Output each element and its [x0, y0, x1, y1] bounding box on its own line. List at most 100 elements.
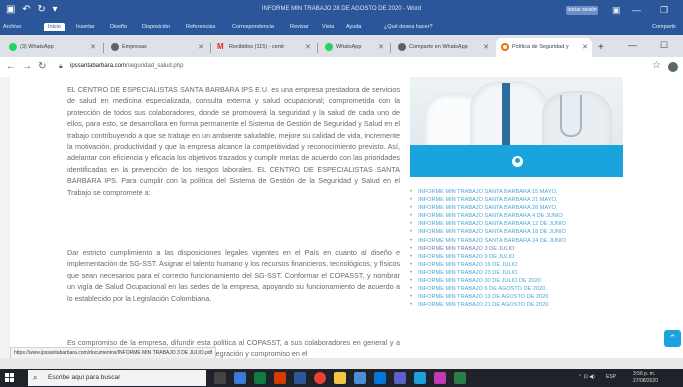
url-path: /seguridad_salud.php: [126, 63, 184, 69]
taskbar-app-icon[interactable]: [394, 372, 406, 384]
taskbar-search-box[interactable]: ⌕ Escribe aquí para buscar: [28, 370, 206, 386]
tab-diseno[interactable]: Diseño: [110, 24, 127, 30]
lock-icon[interactable]: 🔒︎: [59, 63, 63, 71]
browser-tab-gmail[interactable]: M Recibidos (115) - centr ✕: [213, 38, 315, 57]
browser-tab-whatsapp-2[interactable]: WhatsApp ✕: [320, 38, 388, 57]
whatsapp-icon: [325, 43, 333, 51]
tab-divider: [210, 43, 211, 53]
word-status-bar: [0, 358, 683, 369]
taskbar-app-icon[interactable]: [434, 372, 446, 384]
close-tab-icon[interactable]: ✕: [198, 43, 204, 51]
share-button[interactable]: Compartir: [652, 24, 676, 30]
report-link[interactable]: INFORME MIN TRABAJO 9 DE JULIO: [410, 253, 640, 261]
close-tab-icon[interactable]: ✕: [90, 43, 96, 51]
tab-revisar[interactable]: Revisar: [290, 24, 309, 30]
policy-paragraph-2: Dar estricto cumplimiento a las disposic…: [67, 248, 400, 303]
profile-avatar[interactable]: [668, 62, 678, 72]
info-circle-icon[interactable]: [512, 156, 523, 167]
clock-time[interactable]: 3:56 p. m.: [633, 371, 655, 377]
policy-paragraph-1: EL CENTRO DE ESPECIALISTAS SANTA BARBARA…: [67, 85, 400, 197]
search-icon: ⌕: [33, 373, 38, 382]
browser-tab-whatsapp-1[interactable]: (3) WhatsApp ✕: [4, 38, 100, 57]
taskbar-app-icon[interactable]: [414, 372, 426, 384]
tab-archivo[interactable]: Archivo: [3, 24, 21, 30]
word-icon[interactable]: [294, 372, 306, 384]
powerpoint-icon[interactable]: [274, 372, 286, 384]
minimize-icon[interactable]: —: [628, 40, 637, 50]
report-link[interactable]: INFORME MIN TRABAJO SANTA BARBARA 4 DE J…: [410, 212, 640, 220]
system-tray-icons[interactable]: ⌃ ⊡ ◀): [578, 374, 595, 380]
taskbar-app-icon[interactable]: [234, 372, 246, 384]
browser-tab-empresas[interactable]: Empresas ✕: [106, 38, 208, 57]
browser-tab-strip: (3) WhatsApp ✕ Empresas ✕ M Recibidos (1…: [0, 35, 683, 57]
address-bar-row: ← → ↻ 🔒︎ ipssantabarbara.com/seguridad_s…: [0, 57, 683, 78]
clock-date[interactable]: 27/08/2020: [633, 378, 658, 384]
new-tab-icon[interactable]: +: [598, 42, 604, 53]
minimize-icon[interactable]: —: [632, 5, 641, 15]
tab-divider: [317, 43, 318, 53]
scroll-to-top-button[interactable]: ⌃: [664, 330, 681, 347]
globe-icon: [111, 43, 119, 51]
close-tab-icon[interactable]: ✕: [483, 43, 489, 51]
report-link[interactable]: INFORME MIN TRABAJO SANTA BARBARA 15 MAY…: [410, 188, 640, 196]
site-favicon-icon: [501, 43, 509, 51]
report-link[interactable]: INFORME MIN TRABAJO SANTA BARBARA 21 MAY…: [410, 196, 640, 204]
close-tab-icon[interactable]: ✕: [582, 43, 588, 51]
sign-in-button[interactable]: Iniciar sesión: [566, 6, 598, 15]
report-link[interactable]: INFORME MIN TRABAJO SANTA BARBARA 24 DE …: [410, 237, 640, 245]
tab-divider: [103, 43, 104, 53]
tell-me-search[interactable]: ¿Qué desea hacer?: [384, 24, 433, 30]
tab-divider: [390, 43, 391, 53]
close-tab-icon[interactable]: ✕: [378, 43, 384, 51]
tab-disposicion[interactable]: Disposición: [142, 24, 170, 30]
restore-icon[interactable]: ❐: [660, 5, 668, 16]
chrome-icon[interactable]: [314, 372, 326, 384]
task-view-icon[interactable]: [214, 372, 226, 384]
tab-referencias[interactable]: Referencias: [186, 24, 215, 30]
language-indicator[interactable]: ESP: [606, 374, 616, 380]
report-link[interactable]: INFORME MIN TRABAJO 6 DE AGOSTO DE 2020.: [410, 285, 640, 293]
tab-inicio[interactable]: Inicio: [44, 23, 65, 31]
taskbar-app-icon[interactable]: [354, 372, 366, 384]
blue-info-banner: [410, 145, 623, 177]
report-link[interactable]: INFORME MIN TRABAJO 16 DE JULIO: [410, 261, 640, 269]
maximize-icon[interactable]: ☐: [660, 40, 668, 51]
report-link[interactable]: INFORME MIN TRABAJO 21 DE AGOSTO DE 2020: [410, 301, 640, 309]
report-link[interactable]: INFORME MIN TRABAJO 13 DE AGOSTO DE 2020: [410, 293, 640, 301]
windows-taskbar: ⌕ Escribe aquí para buscar ⌃ ⊡ ◀) ESP 3:…: [0, 369, 683, 387]
url-field[interactable]: ipssantabarbara.com/seguridad_salud.php: [70, 63, 183, 69]
tab-insertar[interactable]: Insertar: [76, 24, 95, 30]
word-ribbon-tabs: Archivo Inicio Insertar Diseño Disposici…: [0, 22, 683, 35]
reload-icon[interactable]: ↻: [38, 61, 46, 72]
report-link[interactable]: INFORME MIN TRABAJO 3 DE JULIO: [410, 245, 640, 253]
tab-vista[interactable]: Vista: [322, 24, 334, 30]
ribbon-display-icon[interactable]: ▣: [612, 5, 621, 16]
reports-link-list: INFORME MIN TRABAJO SANTA BARBARA 15 MAY…: [410, 188, 640, 309]
close-tab-icon[interactable]: ✕: [305, 43, 311, 51]
report-link[interactable]: INFORME MIN TRABAJO SANTA BARBARA 12 DE …: [410, 220, 640, 228]
tab-ayuda[interactable]: Ayuda: [346, 24, 362, 30]
report-link[interactable]: INFORME MIN TRABAJO SANTA BARBARA 28 MAY…: [410, 204, 640, 212]
gmail-icon: M: [217, 42, 224, 51]
web-page-content: EL CENTRO DE ESPECIALISTAS SANTA BARBARA…: [10, 77, 683, 358]
report-link[interactable]: INFORME MIN TRABAJO 30 DE JULIO DE 2020: [410, 277, 640, 285]
windows-start-icon[interactable]: [5, 373, 14, 382]
forward-arrow-icon[interactable]: →: [22, 61, 32, 72]
word-title-bar: ▣ ↶ ↻ ▾ INFORME MIN TRABAJO 28 DE AGOSTO…: [0, 0, 683, 22]
browser-tab-comparte-whatsapp[interactable]: Comparte en WhatsApp ✕: [393, 38, 493, 57]
edge-icon[interactable]: [374, 372, 386, 384]
doctors-banner-image: [410, 77, 623, 145]
browser-tab-politica-seguridad[interactable]: Política de Seguridad y ✕: [496, 38, 592, 57]
file-explorer-icon[interactable]: [334, 372, 346, 384]
report-link[interactable]: INFORME MIN TRABAJO SANTA BARBARA 18 DE …: [410, 228, 640, 236]
report-link[interactable]: INFORME MIN TRABAJO 23 DE JULIO: [410, 269, 640, 277]
tab-correspondencia[interactable]: Correspondencia: [232, 24, 274, 30]
globe-icon: [398, 43, 406, 51]
taskbar-app-icon[interactable]: [454, 372, 466, 384]
bookmark-star-icon[interactable]: ☆: [652, 60, 661, 71]
excel-icon[interactable]: [254, 372, 266, 384]
url-host: ipssantabarbara.com: [70, 63, 127, 69]
back-arrow-icon[interactable]: ←: [6, 61, 16, 72]
search-placeholder: Escribe aquí para buscar: [48, 374, 121, 381]
whatsapp-icon: [9, 43, 17, 51]
